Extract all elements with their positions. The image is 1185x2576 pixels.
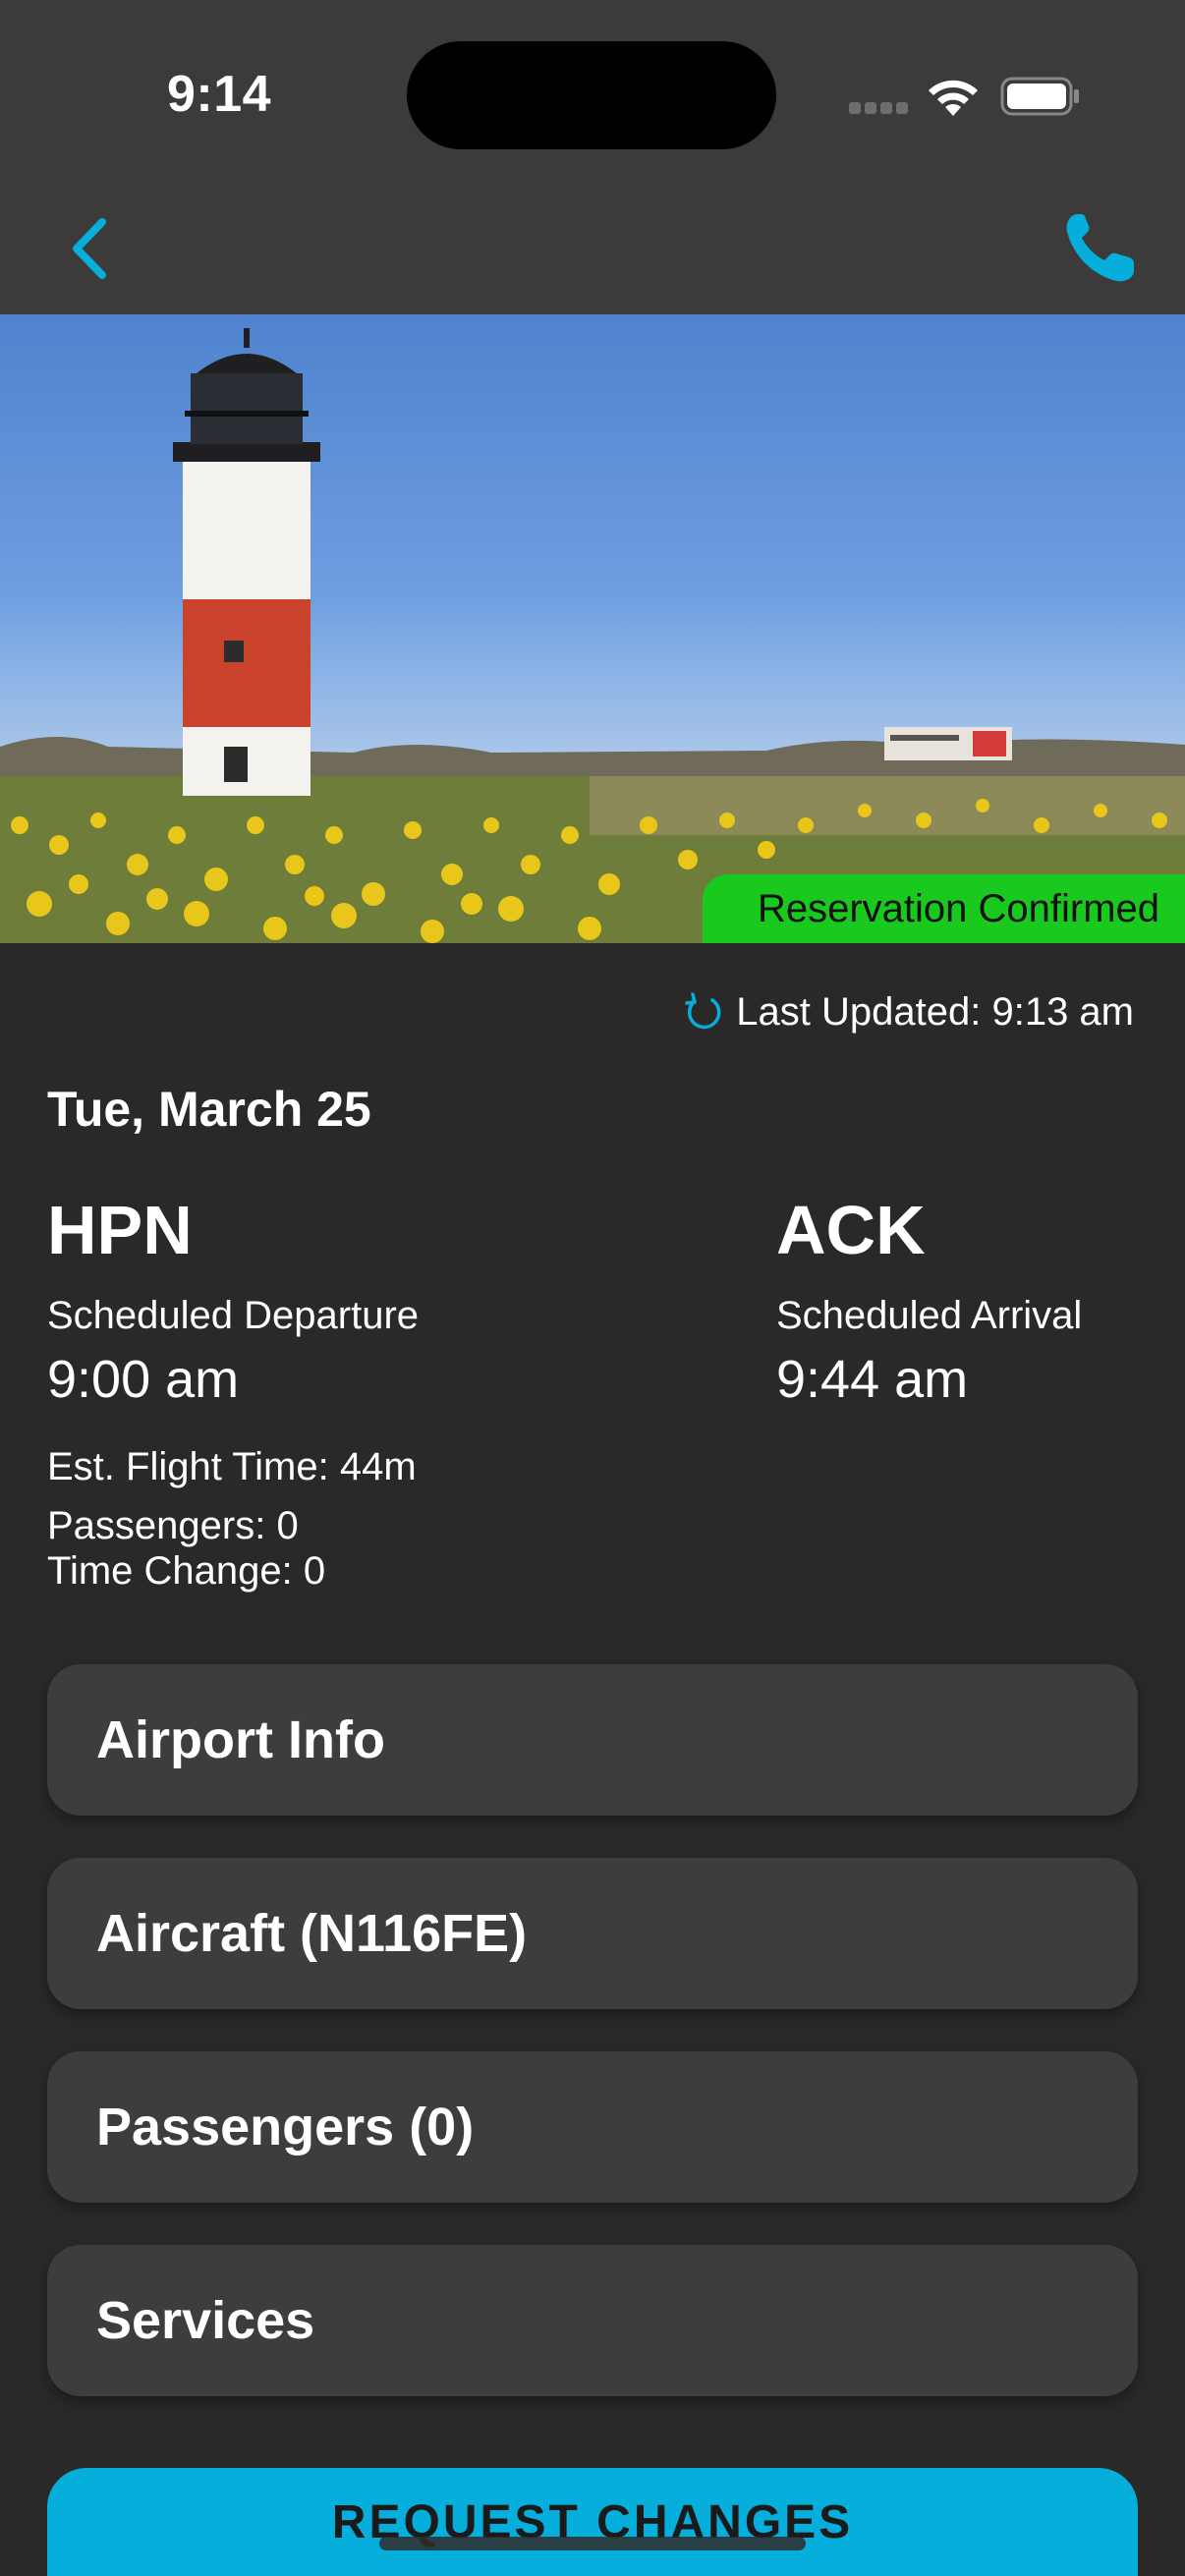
departure-time: 9:00 am	[47, 1350, 240, 1409]
arrival-airport-code: ACK	[776, 1192, 926, 1268]
arrival-time: 9:44 am	[776, 1350, 969, 1409]
request-changes-button[interactable]: REQUEST CHANGES	[47, 2468, 1138, 2576]
back-chevron-icon[interactable]	[63, 214, 118, 283]
phone-icon[interactable]	[1061, 208, 1140, 287]
cellular-signal-icon	[849, 102, 908, 114]
departure-block: HPN Scheduled Departure 9:00 am	[47, 1191, 419, 1411]
passengers-card[interactable]: Passengers (0)	[47, 2051, 1138, 2203]
time-change: Time Change: 0	[47, 1549, 326, 1593]
airport-info-card[interactable]: Airport Info	[47, 1664, 1138, 1816]
passenger-count: Passengers: 0	[47, 1504, 299, 1547]
arrival-label: Scheduled Arrival	[776, 1294, 1083, 1337]
trip-date: Tue, March 25	[47, 1082, 371, 1137]
top-bar: 9:14	[0, 0, 1185, 314]
aircraft-card[interactable]: Aircraft (N116FE)	[47, 1858, 1138, 2009]
departure-airport-code: HPN	[47, 1192, 193, 1268]
lighthouse-illustration	[0, 328, 1185, 943]
last-updated[interactable]: Last Updated: 9:13 am	[683, 982, 1134, 1041]
services-card[interactable]: Services	[47, 2245, 1138, 2396]
destination-photo: Reservation Confirmed	[0, 314, 1185, 943]
dynamic-island	[407, 41, 776, 149]
battery-icon	[1000, 77, 1079, 116]
wifi-icon	[929, 80, 978, 116]
refresh-icon[interactable]	[683, 991, 724, 1033]
last-updated-text: Last Updated: 9:13 am	[736, 989, 1134, 1034]
reservation-status-badge: Reservation Confirmed	[702, 874, 1185, 943]
arrival-block: ACK Scheduled Arrival 9:44 am	[776, 1191, 1082, 1411]
departure-label: Scheduled Departure	[47, 1294, 420, 1337]
home-indicator	[379, 2537, 806, 2550]
est-flight-time: Est. Flight Time: 44m	[47, 1445, 417, 1488]
status-time: 9:14	[167, 66, 272, 123]
trip-details: Est. Flight Time: 44m Passengers: 0 Time…	[47, 1444, 417, 1594]
